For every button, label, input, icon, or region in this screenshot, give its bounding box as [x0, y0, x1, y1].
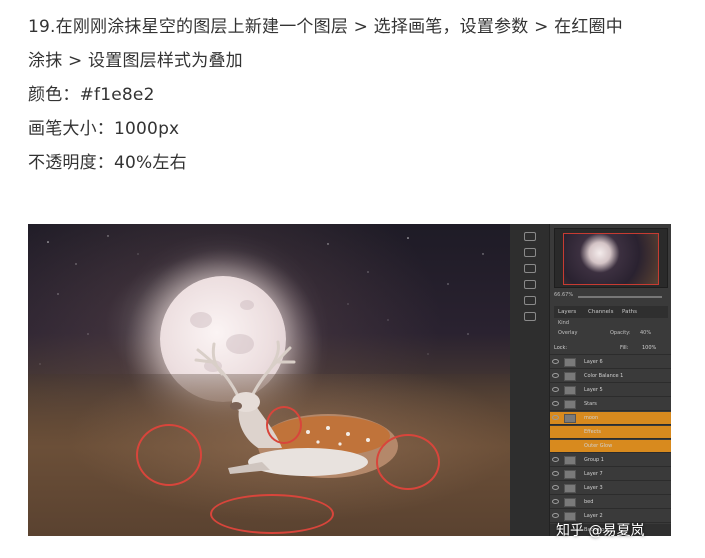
layer-name: Layer 5: [584, 387, 603, 393]
fill-field[interactable]: 100%: [642, 345, 656, 351]
brush-color-setting: 颜色：#f1e8e2: [28, 85, 155, 105]
layer-thumbnail: [564, 414, 576, 423]
visibility-eye-icon[interactable]: [552, 359, 559, 364]
tab-paths[interactable]: Paths: [622, 309, 637, 315]
fill-label: Fill:: [620, 345, 629, 351]
zoom-level[interactable]: 66.67%: [554, 292, 573, 298]
layer-name: Layer 2: [584, 513, 603, 519]
visibility-eye-icon[interactable]: [552, 401, 559, 406]
layer-name: bed: [584, 499, 594, 505]
paragraph-icon[interactable]: [524, 296, 536, 305]
filter-kind-select[interactable]: Kind: [558, 320, 569, 326]
layer-row-selected[interactable]: moon: [550, 412, 671, 425]
layer-thumbnail: [564, 400, 576, 409]
layer-row[interactable]: bed: [550, 496, 671, 509]
layer-name: Stars: [584, 401, 597, 407]
properties-icon[interactable]: [524, 248, 536, 257]
layer-controls: Kind Overlay Opacity: 40%: [554, 318, 668, 342]
image-canvas: [28, 224, 510, 536]
layer-thumbnail: [564, 484, 576, 493]
photoshop-panels: 66.67% Layers Channels Paths Kind Overla…: [510, 224, 671, 536]
zoom-slider[interactable]: [578, 296, 662, 298]
layers-list: Lock: Fill: 100% Layer 6 Color Balance 1…: [550, 342, 671, 536]
visibility-eye-icon[interactable]: [552, 471, 559, 476]
layer-row[interactable]: Layer 3: [550, 482, 671, 495]
layer-name: Effects: [584, 429, 601, 435]
blend-mode-select[interactable]: Overlay: [558, 330, 577, 336]
zoom-row: 66.67%: [554, 292, 668, 302]
opacity-setting: 不透明度：40%左右: [28, 153, 187, 173]
layer-name: Color Balance 1: [584, 373, 624, 379]
lock-label: Lock:: [554, 345, 568, 351]
red-circle-marker-left: [136, 424, 202, 486]
visibility-eye-icon[interactable]: [552, 373, 559, 378]
visibility-eye-icon[interactable]: [552, 415, 559, 420]
layer-name: moon: [584, 415, 599, 421]
visibility-eye-icon[interactable]: [552, 499, 559, 504]
watermark: 知乎 @易夏岚: [556, 523, 645, 539]
visibility-eye-icon[interactable]: [552, 485, 559, 490]
layer-row[interactable]: Layer 5: [550, 384, 671, 397]
article-text: 19.在刚刚涂抹星空的图层上新建一个图层 > 选择画笔，设置参数 > 在红圈中 …: [28, 10, 688, 180]
red-circle-marker-bottom: [210, 494, 334, 534]
opacity-label: Opacity:: [610, 330, 631, 336]
layer-thumbnail: [564, 470, 576, 479]
opacity-field[interactable]: 40%: [640, 330, 651, 336]
layer-thumbnail: [564, 498, 576, 507]
layer-thumbnail: [564, 358, 576, 367]
layer-name: Group 1: [584, 457, 604, 463]
layer-name: Layer 3: [584, 485, 603, 491]
visibility-eye-icon[interactable]: [552, 387, 559, 392]
red-circle-marker-right: [376, 434, 440, 490]
step-description-line-2: 涂抹 > 设置图层样式为叠加: [28, 51, 243, 71]
visibility-eye-icon[interactable]: [552, 457, 559, 462]
photoshop-screenshot: 66.67% Layers Channels Paths Kind Overla…: [28, 224, 671, 536]
layers-panel-tabs: Layers Channels Paths: [554, 306, 668, 318]
layer-name: Outer Glow: [584, 443, 613, 449]
layer-effect-row[interactable]: Outer Glow: [550, 440, 671, 453]
layer-name: Layer 7: [584, 471, 603, 477]
brush-size-setting: 画笔大小：1000px: [28, 119, 180, 139]
navigator-thumbnail[interactable]: [563, 233, 659, 285]
layer-row[interactable]: Layer 6: [550, 356, 671, 369]
layer-row[interactable]: Group 1: [550, 454, 671, 467]
tab-channels[interactable]: Channels: [588, 309, 613, 315]
step-description-line-1: 19.在刚刚涂抹星空的图层上新建一个图层 > 选择画笔，设置参数 > 在红圈中: [28, 17, 623, 37]
layer-name: Layer 6: [584, 359, 603, 365]
character-icon[interactable]: [524, 280, 536, 289]
history-icon[interactable]: [524, 232, 536, 241]
tab-layers[interactable]: Layers: [558, 309, 576, 315]
folder-icon: [564, 456, 576, 465]
layer-row[interactable]: Color Balance 1: [550, 370, 671, 383]
navigator-panel: [554, 228, 668, 288]
layer-thumbnail: [564, 386, 576, 395]
layer-row[interactable]: Layer 7: [550, 468, 671, 481]
brush-settings-icon[interactable]: [524, 264, 536, 273]
layer-row[interactable]: Lock: Fill: 100%: [550, 342, 671, 355]
layer-effects-row[interactable]: Effects: [550, 426, 671, 439]
visibility-eye-icon[interactable]: [552, 513, 559, 518]
tool-strip: [510, 224, 550, 536]
red-circle-marker-neck: [266, 406, 302, 444]
layer-thumbnail: [564, 372, 576, 381]
swatches-icon[interactable]: [524, 312, 536, 321]
layer-row[interactable]: Stars: [550, 398, 671, 411]
